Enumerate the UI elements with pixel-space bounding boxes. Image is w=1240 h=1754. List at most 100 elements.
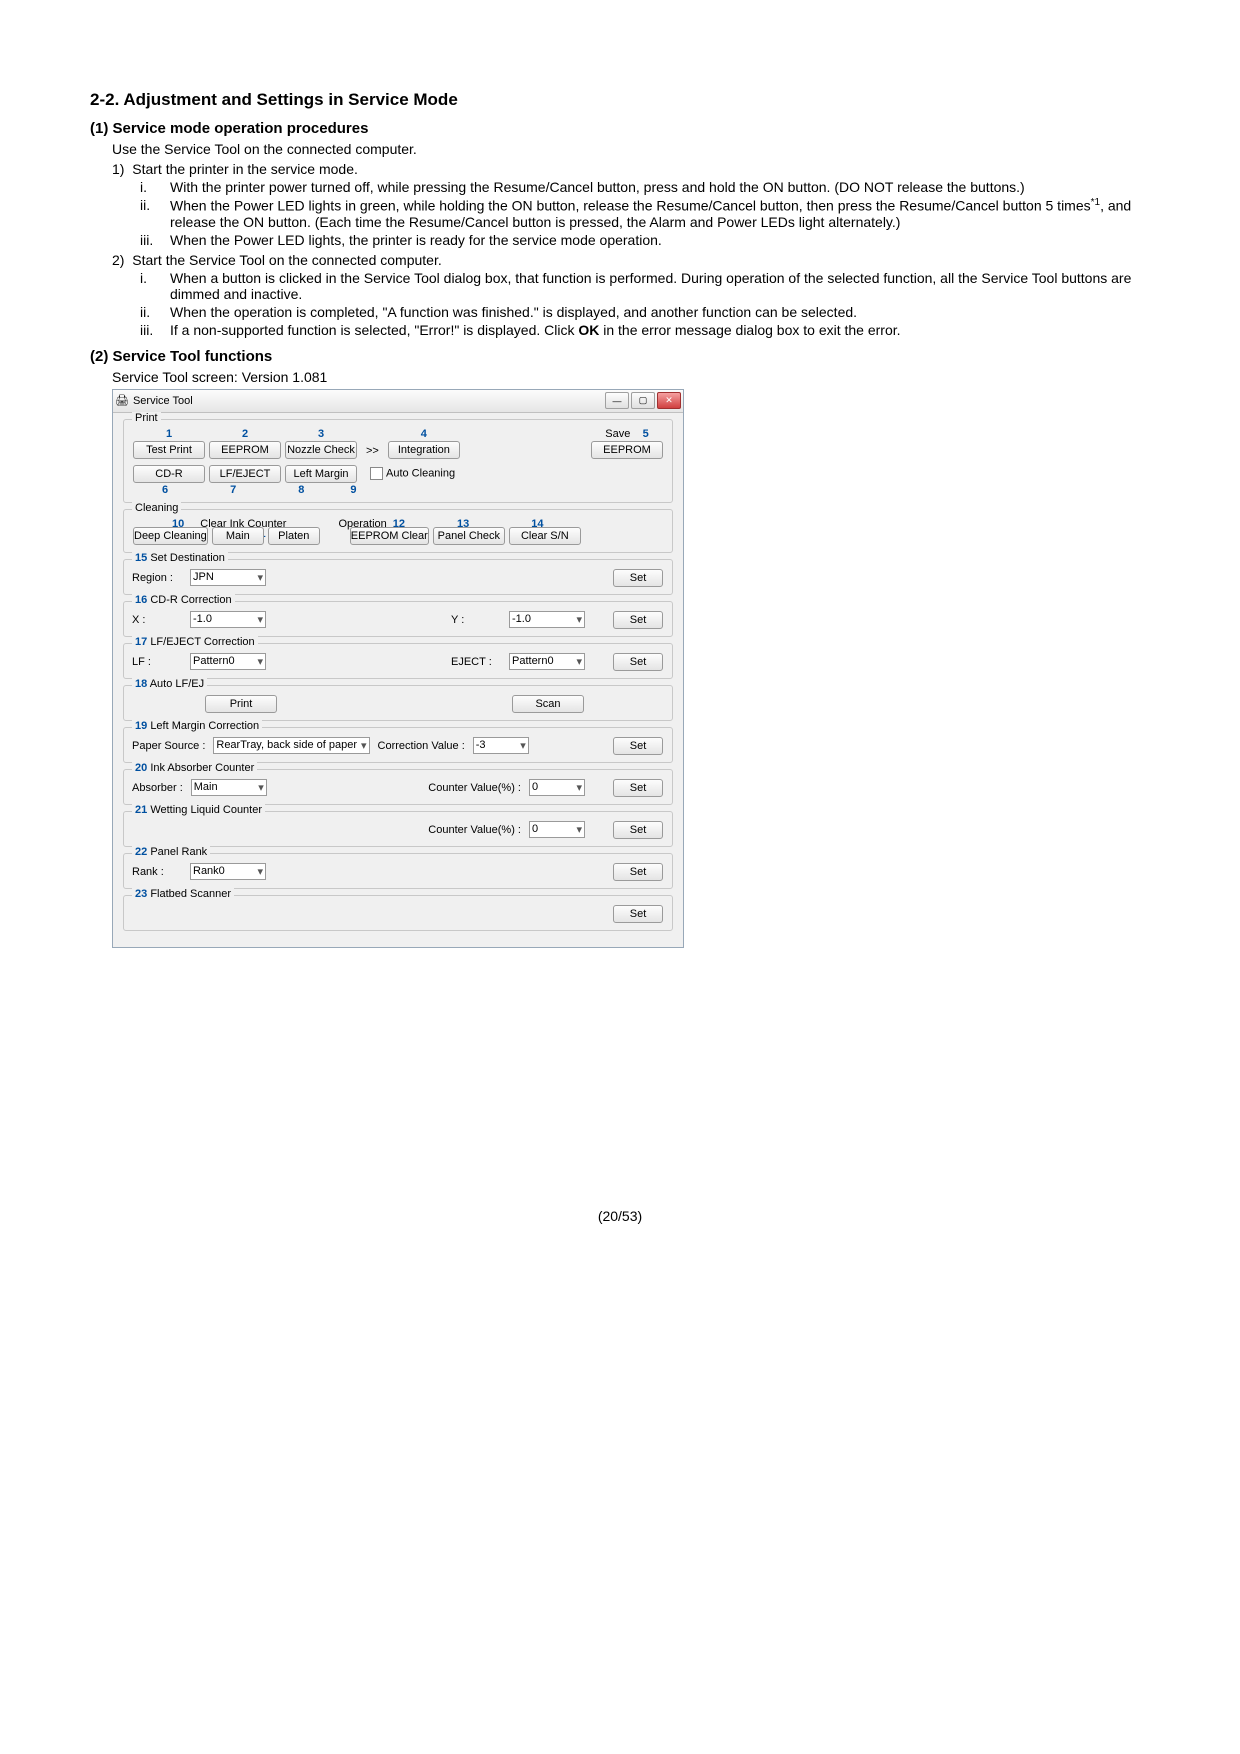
substep-text: When a button is clicked in the Service …: [170, 270, 1150, 302]
group-legend: Auto LF/EJ: [150, 678, 204, 690]
set-button[interactable]: Set: [613, 569, 663, 587]
absorber-label: Absorber :: [132, 782, 183, 794]
integration-button[interactable]: Integration: [388, 441, 460, 459]
set-button[interactable]: Set: [613, 653, 663, 671]
rank-label: Rank :: [132, 866, 182, 878]
titlebar[interactable]: 🖨 Service Tool — ▢ ✕: [113, 390, 683, 413]
step-text: Start the Service Tool on the connected …: [132, 252, 441, 268]
x-select[interactable]: -1.0: [190, 611, 266, 628]
y-select[interactable]: -1.0: [509, 611, 585, 628]
step-num: 1): [112, 161, 124, 177]
close-button[interactable]: ✕: [657, 392, 681, 409]
eject-select[interactable]: Pattern0: [509, 653, 585, 670]
callout-3: 3: [318, 428, 324, 440]
cdr-button[interactable]: CD-R: [133, 465, 205, 483]
group-legend: Left Margin Correction: [150, 720, 259, 732]
group-legend: Set Destination: [150, 552, 225, 564]
section1-title: (1) Service mode operation procedures: [90, 120, 1150, 137]
callout-23: 23: [135, 888, 147, 900]
callout-5: 5: [643, 428, 649, 440]
substep-text: When the Power LED lights in green, whil…: [170, 197, 1150, 230]
substep-mark: iii.: [140, 232, 170, 248]
callout-6: 6: [162, 484, 168, 496]
callout-20: 20: [135, 762, 147, 774]
counter-value-select[interactable]: 0: [529, 779, 585, 796]
region-label: Region :: [132, 572, 182, 584]
group-legend: Cleaning: [132, 502, 181, 514]
group-legend: CD-R Correction: [150, 594, 231, 606]
correction-value-select[interactable]: -3: [473, 737, 529, 754]
callout-15: 15: [135, 552, 147, 564]
minimize-button[interactable]: —: [605, 392, 629, 409]
auto-scan-button[interactable]: Scan: [512, 695, 584, 713]
callout-1: 1: [166, 428, 172, 440]
set-button[interactable]: Set: [613, 905, 663, 923]
y-label: Y :: [451, 614, 501, 626]
substep-mark: iii.: [140, 322, 170, 338]
set-button[interactable]: Set: [613, 821, 663, 839]
auto-lfej-group: 18 Auto LF/EJ Print Scan: [123, 685, 673, 721]
auto-cleaning-label: Auto Cleaning: [386, 468, 455, 480]
set-button[interactable]: Set: [613, 737, 663, 755]
left-margin-group: 19 Left Margin Correction Paper Source :…: [123, 727, 673, 763]
set-destination-group: 15 Set Destination Region : JPN Set: [123, 559, 673, 595]
platen-clear-button[interactable]: Platen: [268, 527, 320, 545]
absorber-select[interactable]: Main: [191, 779, 267, 796]
lf-eject-button[interactable]: LF/EJECT: [209, 465, 281, 483]
panel-rank-group: 22 Panel Rank Rank : Rank0 Set: [123, 853, 673, 889]
shift-label: >>: [366, 445, 379, 457]
auto-cleaning-checkbox[interactable]: [370, 467, 383, 480]
eject-label: EJECT :: [451, 656, 501, 668]
counter-value-select[interactable]: 0: [529, 821, 585, 838]
substep-text: When the Power LED lights, the printer i…: [170, 232, 662, 248]
eeprom-clear-button[interactable]: EEPROM Clear: [350, 527, 429, 545]
window-title: Service Tool: [133, 395, 193, 407]
substep-mark: ii.: [140, 304, 170, 320]
callout-7: 7: [230, 484, 236, 496]
substep-text: When the operation is completed, "A func…: [170, 304, 857, 320]
main-clear-button[interactable]: Main: [212, 527, 264, 545]
group-legend: Wetting Liquid Counter: [150, 804, 262, 816]
set-button[interactable]: Set: [613, 779, 663, 797]
auto-print-button[interactable]: Print: [205, 695, 277, 713]
region-select[interactable]: JPN: [190, 569, 266, 586]
section2-title: (2) Service Tool functions: [90, 348, 1150, 365]
left-margin-button[interactable]: Left Margin: [285, 465, 357, 483]
counter-value-label: Counter Value(%) :: [428, 824, 521, 836]
rank-select[interactable]: Rank0: [190, 863, 266, 880]
maximize-button[interactable]: ▢: [631, 392, 655, 409]
set-button[interactable]: Set: [613, 611, 663, 629]
lf-label: LF :: [132, 656, 182, 668]
eeprom-save-button[interactable]: EEPROM: [591, 441, 663, 459]
panel-check-button[interactable]: Panel Check: [433, 527, 505, 545]
cdr-correction-group: 16 CD-R Correction X : -1.0 Y : -1.0 Set: [123, 601, 673, 637]
clear-sn-button[interactable]: Clear S/N: [509, 527, 581, 545]
deep-cleaning-button[interactable]: Deep Cleaning: [133, 527, 208, 545]
group-legend: LF/EJECT Correction: [150, 636, 254, 648]
lf-select[interactable]: Pattern0: [190, 653, 266, 670]
substep-mark: i.: [140, 179, 170, 195]
wetting-liquid-group: 21 Wetting Liquid Counter Counter Value(…: [123, 811, 673, 847]
set-button[interactable]: Set: [613, 863, 663, 881]
group-legend: Ink Absorber Counter: [150, 762, 254, 774]
heading: 2-2. Adjustment and Settings in Service …: [90, 90, 1150, 110]
substep-text: If a non-supported function is selected,…: [170, 322, 901, 338]
test-print-button[interactable]: Test Print: [133, 441, 205, 459]
counter-value-label: Counter Value(%) :: [428, 782, 521, 794]
group-legend: Flatbed Scanner: [150, 888, 231, 900]
callout-2: 2: [242, 428, 248, 440]
paper-source-select[interactable]: RearTray, back side of paper: [213, 737, 369, 754]
eeprom-print-button[interactable]: EEPROM: [209, 441, 281, 459]
group-legend: Panel Rank: [150, 846, 207, 858]
lfeject-correction-group: 17 LF/EJECT Correction LF : Pattern0 EJE…: [123, 643, 673, 679]
service-tool-window: 🖨 Service Tool — ▢ ✕ Print 1Test Print 2…: [112, 389, 684, 948]
callout-18: 18: [135, 678, 147, 690]
callout-16: 16: [135, 594, 147, 606]
ink-absorber-group: 20 Ink Absorber Counter Absorber : Main …: [123, 769, 673, 805]
callout-9: 9: [350, 484, 356, 496]
callout-22: 22: [135, 846, 147, 858]
x-label: X :: [132, 614, 182, 626]
nozzle-check-button[interactable]: Nozzle Check: [285, 441, 357, 459]
substep-text: With the printer power turned off, while…: [170, 179, 1025, 195]
step-num: 2): [112, 252, 124, 268]
